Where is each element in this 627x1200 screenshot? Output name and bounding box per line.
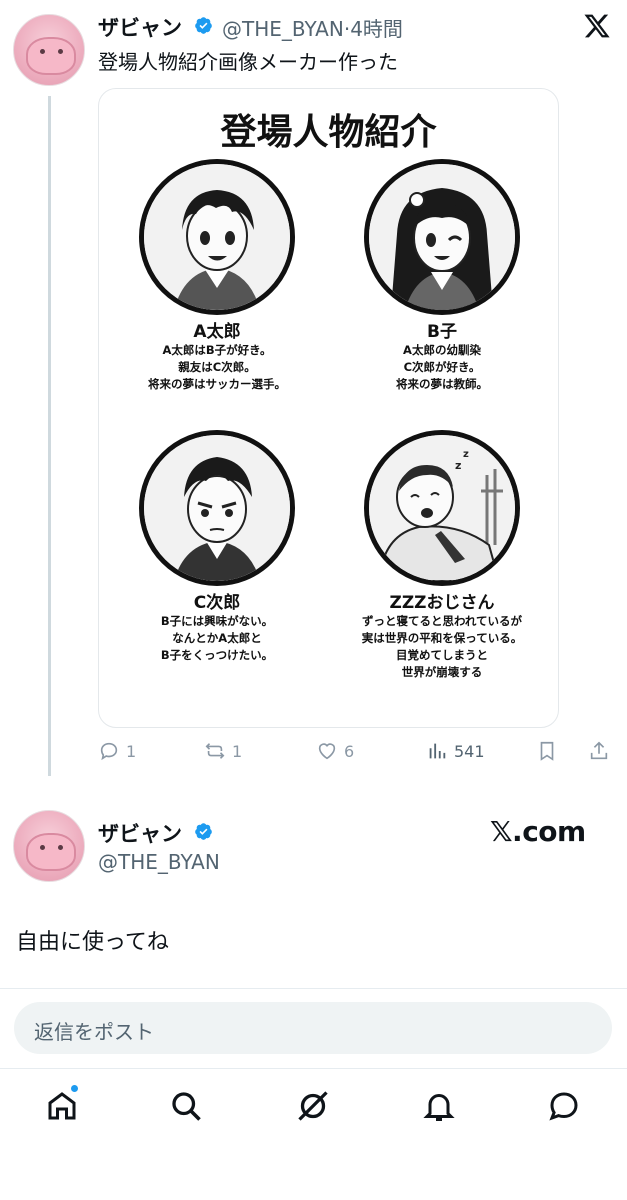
reply-placeholder: 返信をポスト <box>34 1020 154 1044</box>
repost-icon <box>205 743 225 759</box>
divider <box>0 988 627 989</box>
notification-dot <box>70 1084 79 1093</box>
bookmark-button[interactable] <box>536 740 558 762</box>
reply-author-avatar[interactable] <box>13 810 85 882</box>
home-icon <box>48 1092 76 1120</box>
thread-line <box>48 96 51 776</box>
reply-input[interactable]: 返信をポスト <box>14 1002 612 1054</box>
svg-text:z: z <box>455 459 461 472</box>
notifications-icon <box>423 1094 455 1121</box>
share-icon <box>590 741 608 760</box>
character-card-b-ko: B子 A太郎の幼馴染 C次郎が好き。 将来の夢は教師。 <box>342 159 542 393</box>
character-card-a-taro: A太郎 A太郎はB子が好き。 親友はC次郎。 将来の夢はサッカー選手。 <box>117 159 317 393</box>
author-avatar[interactable] <box>13 14 85 86</box>
tab-grok[interactable] <box>293 1086 333 1126</box>
author-name[interactable]: ザビャン <box>98 12 182 42</box>
image-title: 登場人物紹介 <box>220 112 437 153</box>
character-desc-line: 目覚めてしまうと <box>396 648 488 662</box>
character-name: B子 <box>427 322 457 342</box>
svg-text:z: z <box>463 449 469 460</box>
character-desc-line: A太郎はB子が好き。 <box>162 343 272 357</box>
character-desc-line: 将来の夢は教師。 <box>396 377 488 391</box>
character-desc-line: 世界が崩壊する <box>401 665 483 679</box>
repost-button[interactable]: 1 <box>204 740 242 762</box>
tab-notifications[interactable] <box>419 1086 459 1126</box>
messages-icon <box>549 1092 578 1121</box>
character-portrait: z z <box>364 430 520 586</box>
reply-icon <box>100 742 118 761</box>
tab-search[interactable] <box>166 1086 206 1126</box>
character-name: ZZZおじさん <box>389 593 495 613</box>
divider <box>0 1068 627 1069</box>
character-portrait <box>364 159 520 315</box>
reply-count: 1 <box>126 741 137 761</box>
bookmark-icon <box>540 741 554 761</box>
author-handle[interactable]: @THE_BYAN·4時間 <box>222 13 403 42</box>
reply-tweet-text: 自由に使ってね <box>16 930 169 955</box>
share-button[interactable] <box>588 740 610 762</box>
x-logo-icon[interactable] <box>583 12 611 40</box>
verified-badge-icon <box>195 17 212 34</box>
character-desc-line: C次郎が好き。 <box>403 360 481 374</box>
character-card-c-jiro: C次郎 B子には興味がない。 なんとかA太郎と B子をくっつけたい。 <box>117 430 317 664</box>
views-button[interactable]: 541 <box>426 740 485 762</box>
tab-messages[interactable] <box>544 1086 584 1126</box>
x-com-brand: 𝕏.com <box>490 815 586 848</box>
character-desc-line: 実は世界の平和を保っている。 <box>361 631 523 645</box>
tweet-image[interactable]: 登場人物紹介 A太郎 A太郎はB子が好き。 親友はC次郎。 将来の夢はサッカー選… <box>98 88 559 728</box>
character-name: A太郎 <box>193 322 241 342</box>
character-desc-line: 親友はC次郎。 <box>178 360 256 374</box>
reply-author-name[interactable]: ザビャン <box>98 818 182 848</box>
views-icon <box>429 743 446 759</box>
repost-count: 1 <box>232 741 243 761</box>
timestamp: 4時間 <box>350 17 403 41</box>
character-desc-line: B子をくっつけたい。 <box>160 648 274 662</box>
reply-button[interactable]: 1 <box>98 740 136 762</box>
character-desc-line: なんとかA太郎と <box>172 631 262 645</box>
view-count: 541 <box>454 741 485 761</box>
character-portrait <box>139 159 295 315</box>
tab-home[interactable] <box>42 1084 82 1126</box>
grok-icon <box>298 1091 328 1121</box>
character-desc-line: 将来の夢はサッカー選手。 <box>148 377 286 391</box>
character-card-zzz-ojisan: z z ZZZおじさん ずっと寝てると思われているが 実は世界の平和を保っている… <box>342 430 542 681</box>
handle-text: @THE_BYAN <box>222 17 344 41</box>
like-button[interactable]: 6 <box>316 740 354 762</box>
heart-icon <box>318 743 336 760</box>
character-desc-line: B子には興味がない。 <box>160 614 274 628</box>
character-portrait <box>139 430 295 586</box>
search-icon <box>172 1092 201 1121</box>
like-count: 6 <box>344 741 355 761</box>
tweet-text: 登場人物紹介画像メーカー作った <box>98 50 398 74</box>
character-desc-line: ずっと寝てると思われているが <box>361 614 523 628</box>
character-desc-line: A太郎の幼馴染 <box>403 343 481 357</box>
character-name: C次郎 <box>193 593 241 613</box>
reply-author-handle[interactable]: @THE_BYAN <box>98 850 220 874</box>
bottom-tab-bar <box>0 1070 627 1200</box>
tweet-actions: 1 1 6 541 <box>98 740 618 770</box>
verified-badge-icon <box>195 823 212 840</box>
